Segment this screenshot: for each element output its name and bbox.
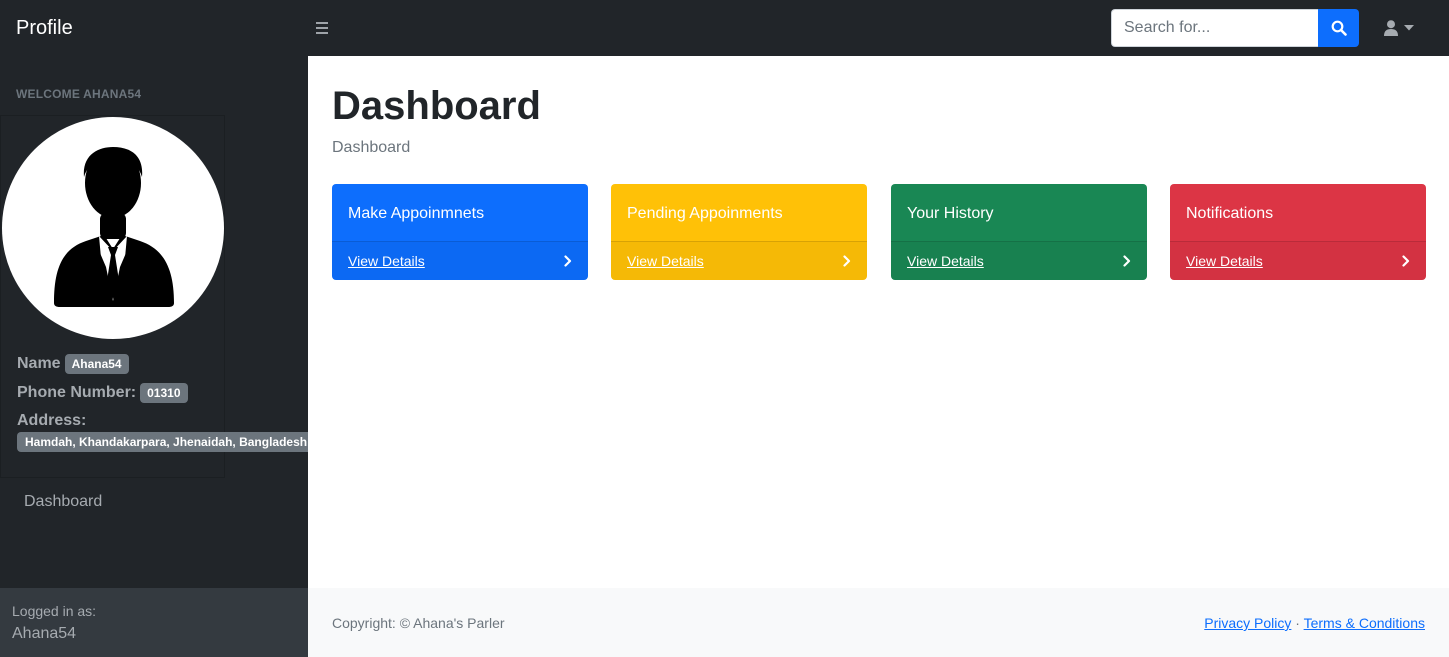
card-footer: View Details xyxy=(1170,241,1426,280)
user-dropdown-toggle[interactable] xyxy=(1384,18,1420,38)
card-pending-appointments: Pending Appoinments View Details xyxy=(611,184,867,280)
main-content: Dashboard Dashboard Make Appoinmnets Vie… xyxy=(308,56,1449,588)
top-navbar: Profile xyxy=(0,0,1449,56)
card-your-history: Your History View Details xyxy=(891,184,1147,280)
search-input[interactable] xyxy=(1111,9,1318,47)
navbar-brand[interactable]: Profile xyxy=(16,16,73,40)
chevron-right-icon xyxy=(564,255,572,267)
sidebar-item-dashboard[interactable]: Dashboard xyxy=(24,493,102,511)
sidebar-footer: Logged in as: Ahana54 xyxy=(0,588,308,657)
view-details-link[interactable]: View Details xyxy=(1186,253,1263,269)
phone-label: Phone Number: xyxy=(17,384,137,401)
avatar xyxy=(2,117,224,339)
profile-address-row: Address: xyxy=(17,412,86,430)
footer-links: Privacy Policy · Terms & Conditions xyxy=(1204,615,1425,631)
breadcrumb: Dashboard xyxy=(332,139,411,156)
search-button[interactable] xyxy=(1318,9,1359,47)
profile-phone-row: Phone Number: 01310 xyxy=(17,383,188,403)
sidebar: WELCOME AHANA54 Name Ahana54 Phone Numbe… xyxy=(0,56,316,657)
privacy-policy-link[interactable]: Privacy Policy xyxy=(1204,615,1291,631)
address-badge: Hamdah, Khandakarpara, Jhenaidah, Bangla… xyxy=(17,432,316,452)
profile-name-row: Name Ahana54 xyxy=(17,354,129,374)
chevron-right-icon xyxy=(1402,255,1410,267)
footer-separator: · xyxy=(1295,615,1300,631)
user-silhouette-icon xyxy=(54,147,174,307)
card-title: Pending Appoinments xyxy=(627,205,783,222)
view-details-link[interactable]: View Details xyxy=(627,253,704,269)
page-title: Dashboard xyxy=(332,84,541,128)
caret-down-icon xyxy=(1404,25,1414,31)
card-footer: View Details xyxy=(611,241,867,280)
view-details-link[interactable]: View Details xyxy=(907,253,984,269)
copyright-text: Copyright: © Ahana's Parler xyxy=(332,615,505,631)
welcome-heading: WELCOME AHANA54 xyxy=(16,87,142,101)
search-form xyxy=(1111,9,1359,47)
logged-in-label: Logged in as: xyxy=(12,603,97,619)
chevron-right-icon xyxy=(843,255,851,267)
chevron-right-icon xyxy=(1123,255,1131,267)
sidebar-toggle-button[interactable] xyxy=(314,19,330,37)
card-footer: View Details xyxy=(332,241,588,280)
page-footer: Copyright: © Ahana's Parler Privacy Poli… xyxy=(308,588,1449,657)
phone-badge: 01310 xyxy=(140,383,188,403)
view-details-link[interactable]: View Details xyxy=(348,253,425,269)
terms-conditions-link[interactable]: Terms & Conditions xyxy=(1304,615,1425,631)
card-title: Your History xyxy=(907,205,994,222)
card-make-appointments: Make Appoinmnets View Details xyxy=(332,184,588,280)
hamburger-icon xyxy=(316,22,328,24)
logged-in-user: Ahana54 xyxy=(12,625,77,642)
card-title: Make Appoinmnets xyxy=(348,205,485,222)
search-icon xyxy=(1331,20,1347,36)
address-label: Address: xyxy=(17,412,87,429)
name-badge: Ahana54 xyxy=(64,354,129,374)
name-label: Name xyxy=(17,355,61,372)
card-title: Notifications xyxy=(1186,205,1274,222)
card-footer: View Details xyxy=(891,241,1147,280)
card-notifications: Notifications View Details xyxy=(1170,184,1426,280)
user-icon xyxy=(1384,20,1398,36)
